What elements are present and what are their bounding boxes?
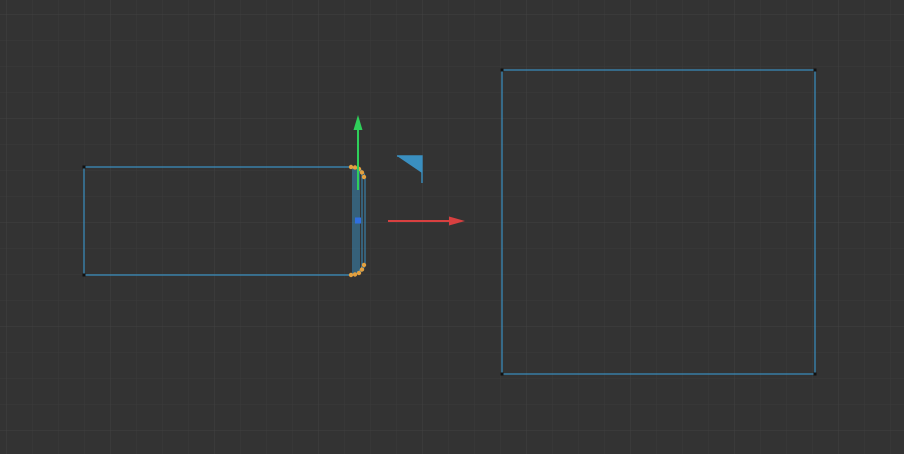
square-corner-point (500, 372, 504, 376)
square-corner-point (813, 372, 817, 376)
pivot-point-icon[interactable] (355, 217, 361, 224)
rectangle-corner-point (82, 165, 86, 169)
viewport-canvas[interactable] (0, 0, 904, 454)
square-corner-point (813, 68, 817, 72)
rectangle-corner-point (82, 273, 86, 277)
scene-svg[interactable] (0, 0, 904, 454)
grid-major-lines (0, 0, 904, 454)
square-corner-point (500, 68, 504, 72)
